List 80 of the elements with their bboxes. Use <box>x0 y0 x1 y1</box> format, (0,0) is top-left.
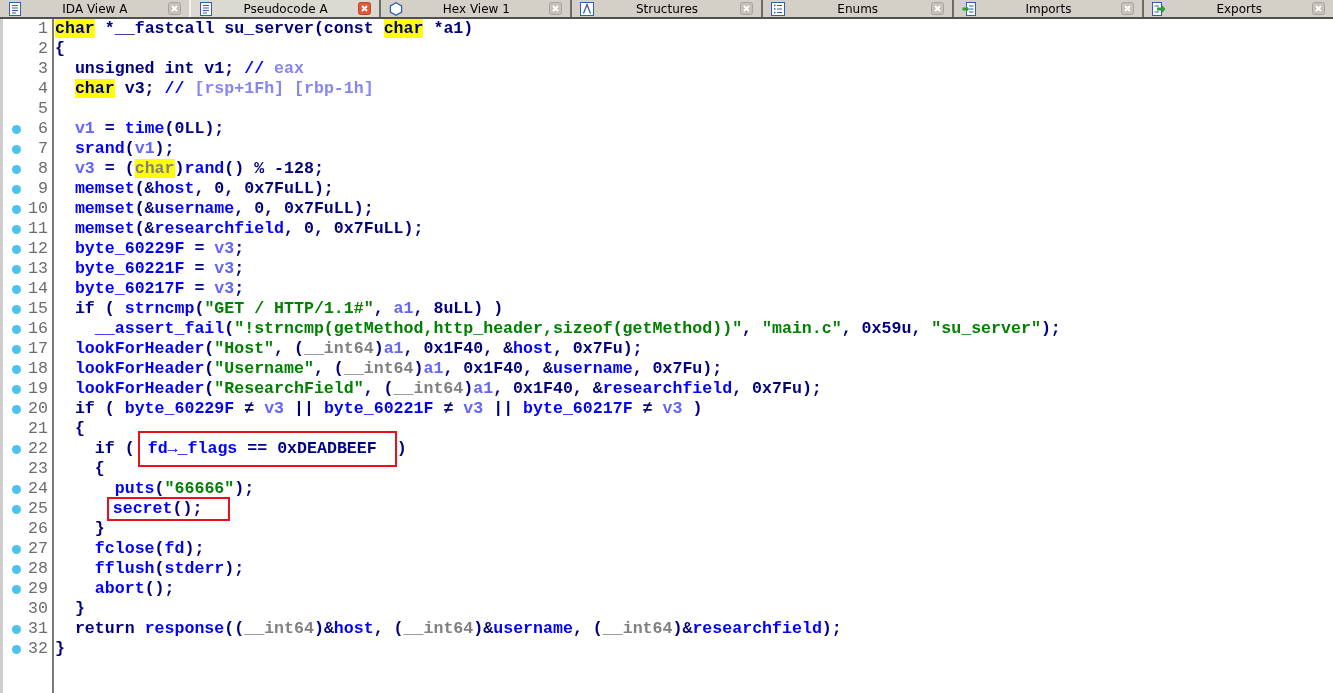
code-line: v3 = (char)rand() % -128; <box>74 160 324 178</box>
code-line: memset(&researchfield, 0, 0x7FuLL); <box>74 220 424 238</box>
line-number: 14 <box>28 280 48 298</box>
line-number: 16 <box>28 320 48 338</box>
line-number: 32 <box>28 640 48 658</box>
line-number: 22 <box>28 440 48 458</box>
line-number: 9 <box>38 180 48 198</box>
triangle-frame-icon <box>580 1 595 16</box>
line-number: 13 <box>28 260 48 278</box>
line-number: 28 <box>28 560 48 578</box>
line-number: 24 <box>28 480 48 498</box>
line-number: 18 <box>28 360 48 378</box>
line-number: 27 <box>28 540 48 558</box>
document-icon <box>8 1 22 16</box>
code-line: char v3; // [rsp+1Fh] [rbp-1h] <box>74 80 374 98</box>
tab[interactable]: Pseudocode A <box>190 0 382 17</box>
code-line: __assert_fail("!strncmp(getMethod,http_header,sizeof(getMethod))", "main.c", 0x59u, "su_server"); <box>94 320 1061 338</box>
line-number: 3 <box>38 60 48 78</box>
code-line: { <box>94 460 105 478</box>
code-line: memset(&username, 0, 0x7FuLL); <box>74 200 374 218</box>
code-line: fflush(stderr); <box>94 560 245 578</box>
annotation-box: secret(); <box>106 497 231 521</box>
annotation-box: fd→_flags == 0xDEADBEEF <box>137 431 397 467</box>
code-line: lookForHeader("Host", (__int64)a1, 0x1F40, &host, 0x7Fu); <box>74 340 643 358</box>
line-number: 5 <box>38 100 48 118</box>
code-line: return response((__int64)&host, (__int64)&username, (__int64)&researchfield); <box>74 620 842 638</box>
document-icon <box>198 1 213 16</box>
code-line: v1 = time(0LL); <box>74 120 225 138</box>
line-number: 25 <box>28 500 48 518</box>
line-number: 17 <box>28 340 48 358</box>
line-number: 12 <box>28 240 48 258</box>
code-line: srand(v1); <box>74 140 175 158</box>
line-number: 2 <box>38 40 48 58</box>
code-line: lookForHeader("ResearchField", (__int64)a1, 0x1F40, &researchfield, 0x7Fu); <box>74 380 822 398</box>
code-line: byte_60221F = v3; <box>74 260 245 278</box>
close-icon[interactable] <box>930 2 944 15</box>
line-number: 26 <box>28 520 48 538</box>
line-number: 11 <box>28 220 48 238</box>
line-number: 23 <box>28 460 48 478</box>
close-icon[interactable] <box>1121 2 1135 15</box>
code-line: byte_60229F = v3; <box>74 240 245 258</box>
line-number: 20 <box>28 400 48 418</box>
code-line: fclose(fd); <box>94 540 205 558</box>
code-line: } <box>55 640 65 658</box>
close-icon[interactable] <box>1312 2 1326 15</box>
close-icon[interactable] <box>739 2 753 15</box>
line-number: 1 <box>38 20 48 38</box>
code-line: byte_60217F = v3; <box>74 280 245 298</box>
code-line: if ( byte_60229F ≠ v3 || byte_60221F ≠ v3 || byte_60217F ≠ v3 ) <box>74 400 703 418</box>
close-icon[interactable] <box>167 2 181 15</box>
code-line: puts("66666"); <box>114 480 255 498</box>
line-number: 31 <box>28 620 48 638</box>
line-number: 7 <box>38 140 48 158</box>
code-line: } <box>74 600 85 618</box>
document-arrow-icon <box>961 1 976 16</box>
code-line: lookForHeader("Username", (__int64)a1, 0x1F40, &username, 0x7Fu); <box>74 360 723 378</box>
code-line: if ( strncmp("GET / HTTP/1.1#", a1, 8uLL) ) <box>74 300 504 318</box>
hexagon-icon <box>389 1 404 16</box>
close-icon[interactable] <box>358 2 372 15</box>
close-icon[interactable] <box>549 2 563 15</box>
code-line: { <box>55 40 65 58</box>
code-line: { <box>74 420 85 438</box>
list-icon <box>770 1 785 16</box>
document-arrow-icon <box>1152 1 1167 16</box>
line-number: 10 <box>28 200 48 218</box>
line-number: 8 <box>38 160 48 178</box>
code-line: memset(&host, 0, 0x7FuLL); <box>74 180 334 198</box>
line-number: 29 <box>28 580 48 598</box>
code-text: if ( <box>94 440 135 458</box>
line-number: 6 <box>38 120 48 138</box>
line-number: 21 <box>28 420 48 438</box>
code-line: } <box>94 520 105 538</box>
code-text: ) <box>396 440 407 458</box>
line-number: 19 <box>28 380 48 398</box>
line-number: 15 <box>28 300 48 318</box>
line-number: 30 <box>28 600 48 618</box>
line-number: 4 <box>38 80 48 98</box>
code-line: abort(); <box>94 580 175 598</box>
code-line: char *__fastcall su_server(const char *a1) <box>55 20 474 38</box>
code-line: unsigned int v1; // eax <box>74 60 304 78</box>
